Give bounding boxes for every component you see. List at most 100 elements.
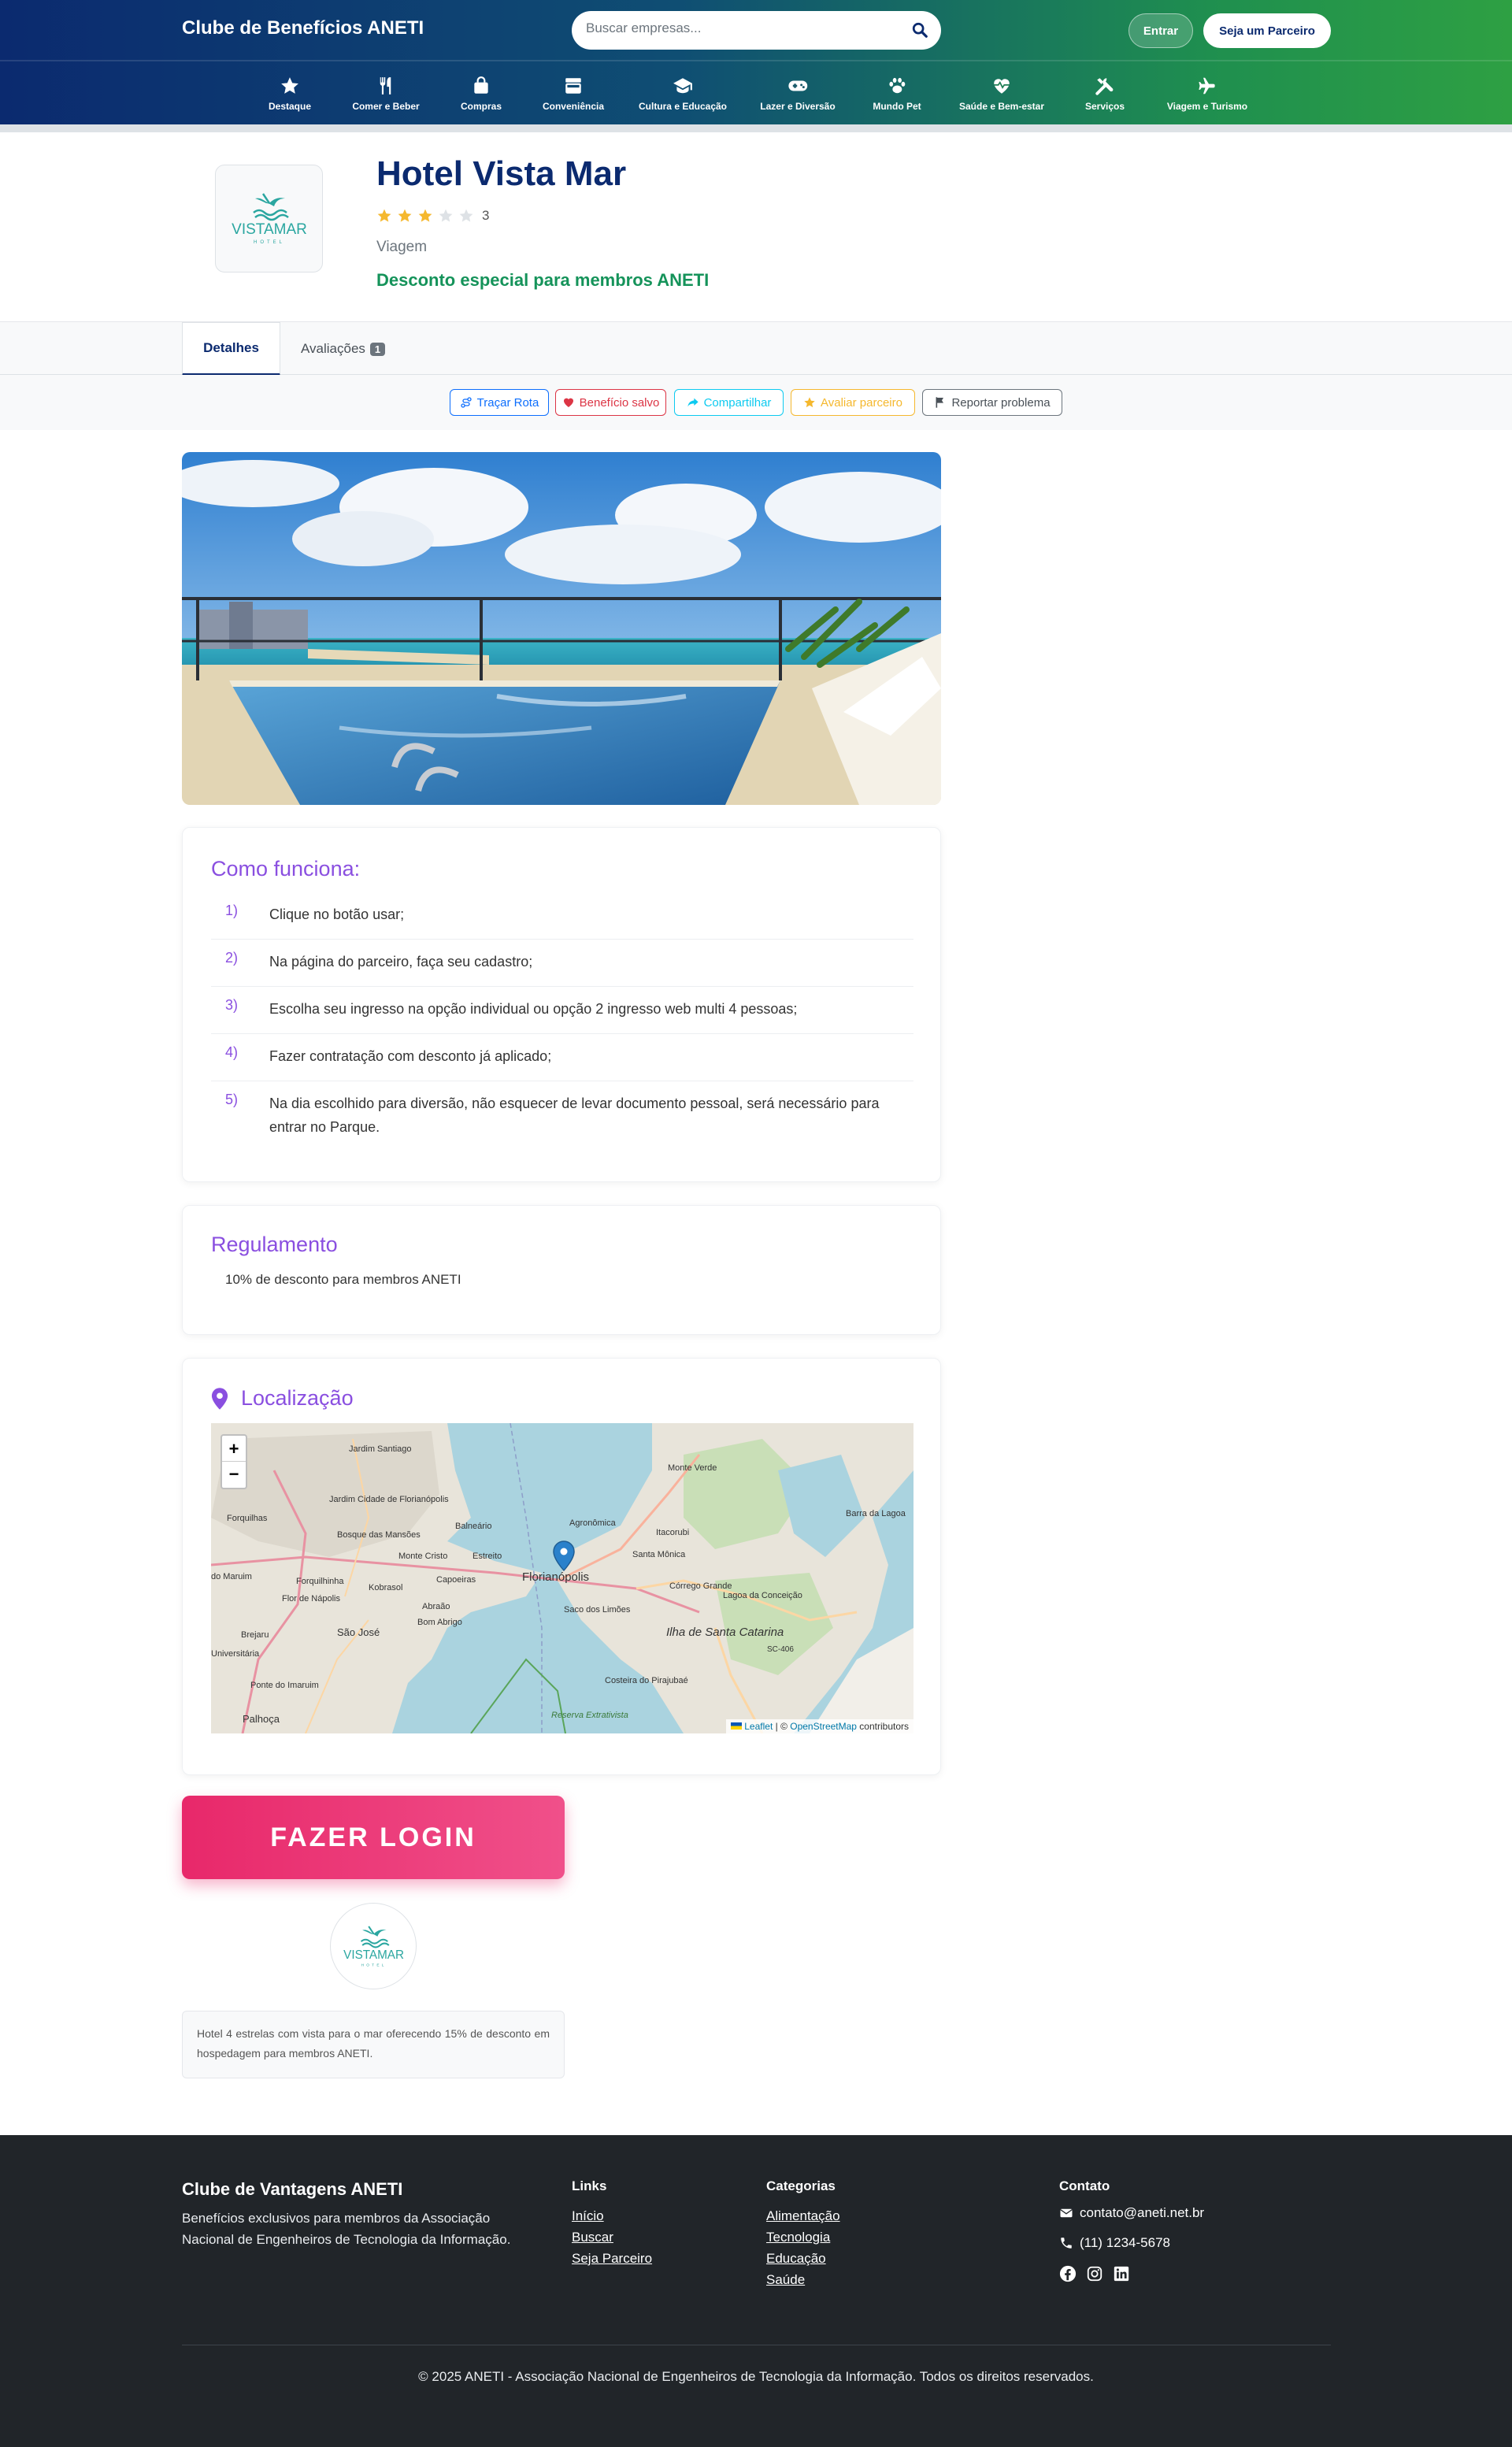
zoom-out-button[interactable]: − <box>222 1462 246 1488</box>
rating-value: 3 <box>482 208 490 223</box>
heart-icon <box>563 398 573 407</box>
category-label: Comer e Beber <box>352 101 420 112</box>
footer-category-saude[interactable]: Saúde <box>766 2269 840 2290</box>
footer-category-alimentacao[interactable]: Alimentação <box>766 2205 840 2226</box>
footer-category-educacao[interactable]: Educação <box>766 2248 840 2269</box>
vistamar-logo-icon: VISTAMAR HOTEL <box>232 193 307 245</box>
tab-details[interactable]: Detalhes <box>182 322 280 376</box>
how-it-works-card: Como funciona: 1) Clique no botão usar; … <box>182 827 941 1182</box>
star-empty-icon <box>439 209 453 222</box>
list-item: 5) Na dia escolhido para diversão, não e… <box>211 1081 914 1152</box>
footer-link-inicio[interactable]: Início <box>572 2205 652 2226</box>
footer-email[interactable]: contato@aneti.net.br <box>1059 2205 1204 2221</box>
regulation-card: Regulamento 10% de desconto para membros… <box>182 1205 941 1335</box>
category-lazer-diversao[interactable]: Lazer e Diversão <box>760 76 836 112</box>
svg-text:Ponte do Imaruim: Ponte do Imaruim <box>250 1681 319 1690</box>
social-links <box>1059 2265 1204 2282</box>
footer-category-tecnologia[interactable]: Tecnologia <box>766 2226 840 2248</box>
location-header: Localização <box>211 1386 354 1411</box>
pool-photo-illustration <box>182 452 941 805</box>
list-item: 2) Na página do parceiro, faça seu cadas… <box>211 940 914 987</box>
category-label: Conveniência <box>542 101 605 112</box>
svg-text:Palhoça: Palhoça <box>243 1713 280 1725</box>
route-button[interactable]: Traçar Rota <box>450 389 549 416</box>
saved-label: Benefício salvo <box>579 395 660 410</box>
svg-text:Córrego Grande: Córrego Grande <box>669 1581 732 1591</box>
plane-icon <box>1199 77 1215 95</box>
map-tiles[interactable]: Monte Verde Jardim Santiago Jardim Cidad… <box>211 1423 914 1733</box>
footer-phone[interactable]: (11) 1234-5678 <box>1059 2235 1204 2251</box>
rate-partner-button[interactable]: Avaliar parceiro <box>791 389 915 416</box>
category-compras[interactable]: Compras <box>461 76 502 112</box>
step-text: Na página do parceiro, faça seu cadastro… <box>269 954 533 970</box>
tab-reviews[interactable]: Avaliações 1 <box>301 322 386 376</box>
zoom-in-button[interactable]: + <box>222 1436 246 1462</box>
svg-text:Capoeiras: Capoeiras <box>436 1575 476 1585</box>
share-button[interactable]: Compartilhar <box>674 389 784 416</box>
map-zoom-control: + − <box>220 1434 247 1489</box>
become-partner-button[interactable]: Seja um Parceiro <box>1203 13 1331 48</box>
svg-text:Bom Abrigo: Bom Abrigo <box>417 1618 462 1627</box>
step-number: 4) <box>225 1044 239 1060</box>
partner-category: Viagem <box>376 239 428 255</box>
tab-reviews-label: Avaliações <box>301 341 365 356</box>
osm-link[interactable]: OpenStreetMap <box>790 1721 857 1732</box>
star-icon <box>804 397 815 408</box>
footer-link-buscar[interactable]: Buscar <box>572 2226 652 2248</box>
flag-icon <box>936 397 944 408</box>
category-comer-beber[interactable]: Comer e Beber <box>352 76 420 112</box>
svg-text:Jardim Santiago: Jardim Santiago <box>349 1444 412 1454</box>
utensils-icon <box>380 77 391 95</box>
category-destaque[interactable]: Destaque <box>269 76 311 112</box>
category-label: Serviços <box>1084 101 1125 112</box>
svg-text:São José: São José <box>337 1626 380 1638</box>
instagram-icon[interactable] <box>1086 2265 1103 2282</box>
report-problem-button[interactable]: Reportar problema <box>922 389 1062 416</box>
attribution-tail: contributors <box>856 1721 909 1732</box>
svg-text:Bosque das Mansões: Bosque das Mansões <box>337 1530 421 1540</box>
location-map[interactable]: Monte Verde Jardim Santiago Jardim Cidad… <box>211 1423 914 1733</box>
svg-text:Estreito: Estreito <box>472 1552 502 1561</box>
partner-rating: 3 <box>376 208 489 224</box>
login-button[interactable]: Entrar <box>1128 13 1193 48</box>
svg-text:Forquilhinha: Forquilhinha <box>296 1577 344 1586</box>
tools-icon <box>1095 78 1114 95</box>
leaflet-link[interactable]: Leaflet <box>744 1721 773 1732</box>
svg-text:Barra da Lagoa: Barra da Lagoa <box>846 1509 906 1518</box>
category-viagem-turismo[interactable]: Viagem e Turismo <box>1167 76 1247 112</box>
action-bar: Traçar Rota Benefício salvo Compartilhar… <box>0 375 1512 430</box>
svg-text:Itacorubi: Itacorubi <box>656 1528 689 1537</box>
step-text: Fazer contratação com desconto já aplica… <box>269 1048 552 1064</box>
category-servicos[interactable]: Serviços <box>1085 76 1125 112</box>
partner-description: Hotel 4 estrelas com vista para o mar of… <box>182 2011 565 2078</box>
gamepad-icon <box>788 80 807 91</box>
search-box[interactable] <box>572 11 941 50</box>
tab-bar: Detalhes Avaliações 1 <box>0 321 1512 376</box>
share-icon <box>687 398 699 407</box>
category-cultura-educacao[interactable]: Cultura e Educação <box>639 76 727 112</box>
search-icon[interactable] <box>911 21 928 39</box>
footer-link-seja-parceiro[interactable]: Seja Parceiro <box>572 2248 652 2269</box>
category-conveniencia[interactable]: Conveniência <box>543 76 604 112</box>
category-mundo-pet[interactable]: Mundo Pet <box>873 76 921 112</box>
footer-brand: Clube de Vantagens ANETI <box>182 2179 403 2199</box>
footer-links-title: Links <box>572 2178 607 2193</box>
step-number: 5) <box>225 1092 239 1107</box>
store-icon <box>565 78 581 94</box>
envelope-icon <box>1060 2208 1073 2218</box>
site-brand[interactable]: Clube de Benefícios ANETI <box>182 17 424 39</box>
saved-benefit-button[interactable]: Benefício salvo <box>555 389 666 416</box>
footer-description: Benefícios exclusivos para membros da As… <box>182 2211 511 2247</box>
header-gray-strip <box>0 124 1512 132</box>
category-saude-bem-estar[interactable]: Saúde e Bem-estar <box>959 76 1044 112</box>
list-item: 4) Fazer contratação com desconto já apl… <box>211 1034 914 1081</box>
svg-text:Florianópolis: Florianópolis <box>522 1570 589 1584</box>
step-number: 2) <box>225 950 239 966</box>
svg-text:Costeira do Pirajubaé: Costeira do Pirajubaé <box>605 1676 688 1685</box>
facebook-icon[interactable] <box>1059 2265 1077 2282</box>
linkedin-icon[interactable] <box>1113 2265 1130 2282</box>
step-text: Escolha seu ingresso na opção individual… <box>269 1001 798 1017</box>
do-login-button[interactable]: FAZER LOGIN <box>182 1796 565 1879</box>
svg-text:Saco dos Limões: Saco dos Limões <box>564 1605 631 1615</box>
search-input[interactable] <box>586 20 901 36</box>
